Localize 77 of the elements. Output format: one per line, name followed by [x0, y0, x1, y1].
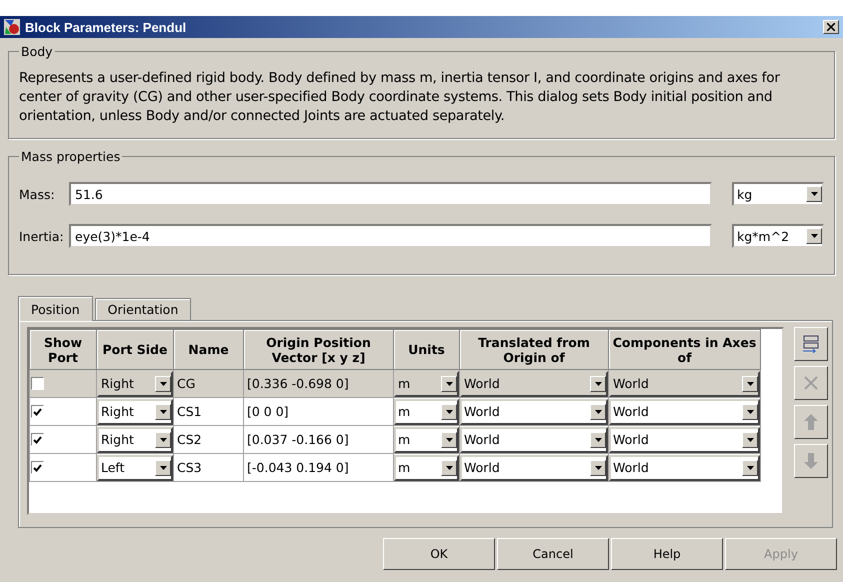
tab[interactable]: Orientation — [94, 298, 192, 320]
units-dropdown[interactable]: m — [394, 370, 459, 396]
origin-dropdown[interactable]: World — [460, 426, 608, 452]
checkbox[interactable] — [31, 377, 44, 390]
caret-icon — [446, 466, 452, 470]
axes-dropdown[interactable]: World — [609, 426, 760, 452]
units-dropdown[interactable]: m — [394, 454, 459, 480]
up-arrow-icon — [804, 414, 818, 430]
down-arrow-icon — [804, 453, 818, 469]
caret-icon — [160, 382, 166, 386]
field-label: Mass: — [19, 186, 56, 202]
caret-icon — [446, 410, 452, 414]
add-button[interactable] — [794, 327, 828, 361]
caret-icon — [446, 382, 452, 386]
group-legend: Body — [19, 44, 55, 59]
caret-icon — [594, 438, 602, 442]
port-side-dropdown[interactable]: Left — [97, 454, 173, 480]
caret-icon — [594, 410, 602, 414]
table-cell-text: [0.336 -0.698 0] — [246, 376, 350, 391]
caret-icon — [746, 438, 754, 442]
close-button[interactable] — [823, 20, 839, 34]
port-side-dropdown[interactable]: Right — [97, 370, 173, 396]
origin-dropdown[interactable]: World — [460, 398, 608, 424]
group-legend: Mass properties — [19, 149, 122, 164]
units-dropdown[interactable]: m — [394, 426, 459, 452]
caret-icon — [810, 234, 818, 238]
origin-dropdown[interactable]: World — [460, 370, 608, 396]
table-row[interactable]: Right CS2 [0.037 -0.166 0] m World World — [30, 426, 760, 454]
dialog-button[interactable]: OK — [383, 538, 495, 570]
column-header: Show Port — [30, 330, 96, 370]
description-text: Represents a user-defined rigid body. Body defined by mass m, inertia tensor I, and coordinate origins and axes for center of gravity (CG) and other user-specified Body coordinate systems. This dialog sets Body initial position and orientation, unless Body and/or connected Joints are actuated separately. — [19, 69, 781, 126]
caret-icon — [160, 438, 166, 442]
caret-icon — [160, 410, 166, 414]
caret-icon — [446, 438, 452, 442]
tab[interactable]: Position — [18, 296, 93, 321]
caret-icon — [746, 410, 754, 414]
unit-dropdown[interactable]: kg — [732, 182, 824, 206]
field-label: Inertia: — [19, 228, 63, 244]
column-header: Port Side — [96, 330, 174, 370]
column-header: Origin Position Vector [x y z] — [244, 330, 394, 370]
delete-icon — [803, 375, 819, 391]
add-row-icon — [802, 335, 820, 353]
unit-dropdown[interactable]: kg*m^2 — [732, 224, 824, 248]
column-header: Units — [394, 330, 460, 370]
dialog-button[interactable]: Help — [611, 538, 723, 570]
close-icon — [827, 23, 835, 31]
caret-icon — [594, 466, 602, 470]
origin-dropdown[interactable]: World — [460, 454, 608, 480]
input-field[interactable]: eye(3)*1e-4 — [69, 224, 712, 248]
table-cell-text: [0 0 0] — [246, 404, 290, 419]
table-cell-text: CS2 — [176, 432, 203, 447]
window-title: Block Parameters: Pendul — [25, 20, 188, 34]
input-field[interactable]: 51.6 — [69, 182, 712, 206]
table-cell-text: [0.037 -0.166 0] — [246, 432, 350, 447]
caret-icon — [160, 466, 166, 470]
table-row[interactable]: Right CS1 [0 0 0] m World World — [30, 398, 760, 426]
caret-icon — [746, 382, 754, 386]
axes-dropdown[interactable]: World — [609, 370, 760, 396]
column-header: Translated from Origin of — [460, 330, 608, 370]
table-row[interactable]: Right CG [0.336 -0.698 0] m World World — [30, 370, 760, 398]
table-row[interactable]: Left CS3 [-0.043 0.194 0] m World World — [30, 454, 760, 482]
caret-icon — [746, 466, 754, 470]
caret-icon — [594, 382, 602, 386]
axes-dropdown[interactable]: World — [609, 398, 760, 424]
table-cell-text: [-0.043 0.194 0] — [246, 460, 350, 475]
table-cell-text: CS3 — [176, 460, 203, 475]
table-cell-text: CG — [176, 376, 196, 391]
port-side-dropdown[interactable]: Right — [97, 426, 173, 452]
column-header: Components in Axes of — [608, 330, 760, 370]
column-header: Name — [174, 330, 244, 370]
app-icon — [4, 19, 20, 35]
dialog-button[interactable]: Cancel — [497, 538, 609, 570]
caret-icon — [810, 192, 818, 196]
units-dropdown[interactable]: m — [394, 398, 459, 424]
port-side-dropdown[interactable]: Right — [97, 398, 173, 424]
table-cell-text: CS1 — [176, 404, 203, 419]
axes-dropdown[interactable]: World — [609, 454, 760, 480]
